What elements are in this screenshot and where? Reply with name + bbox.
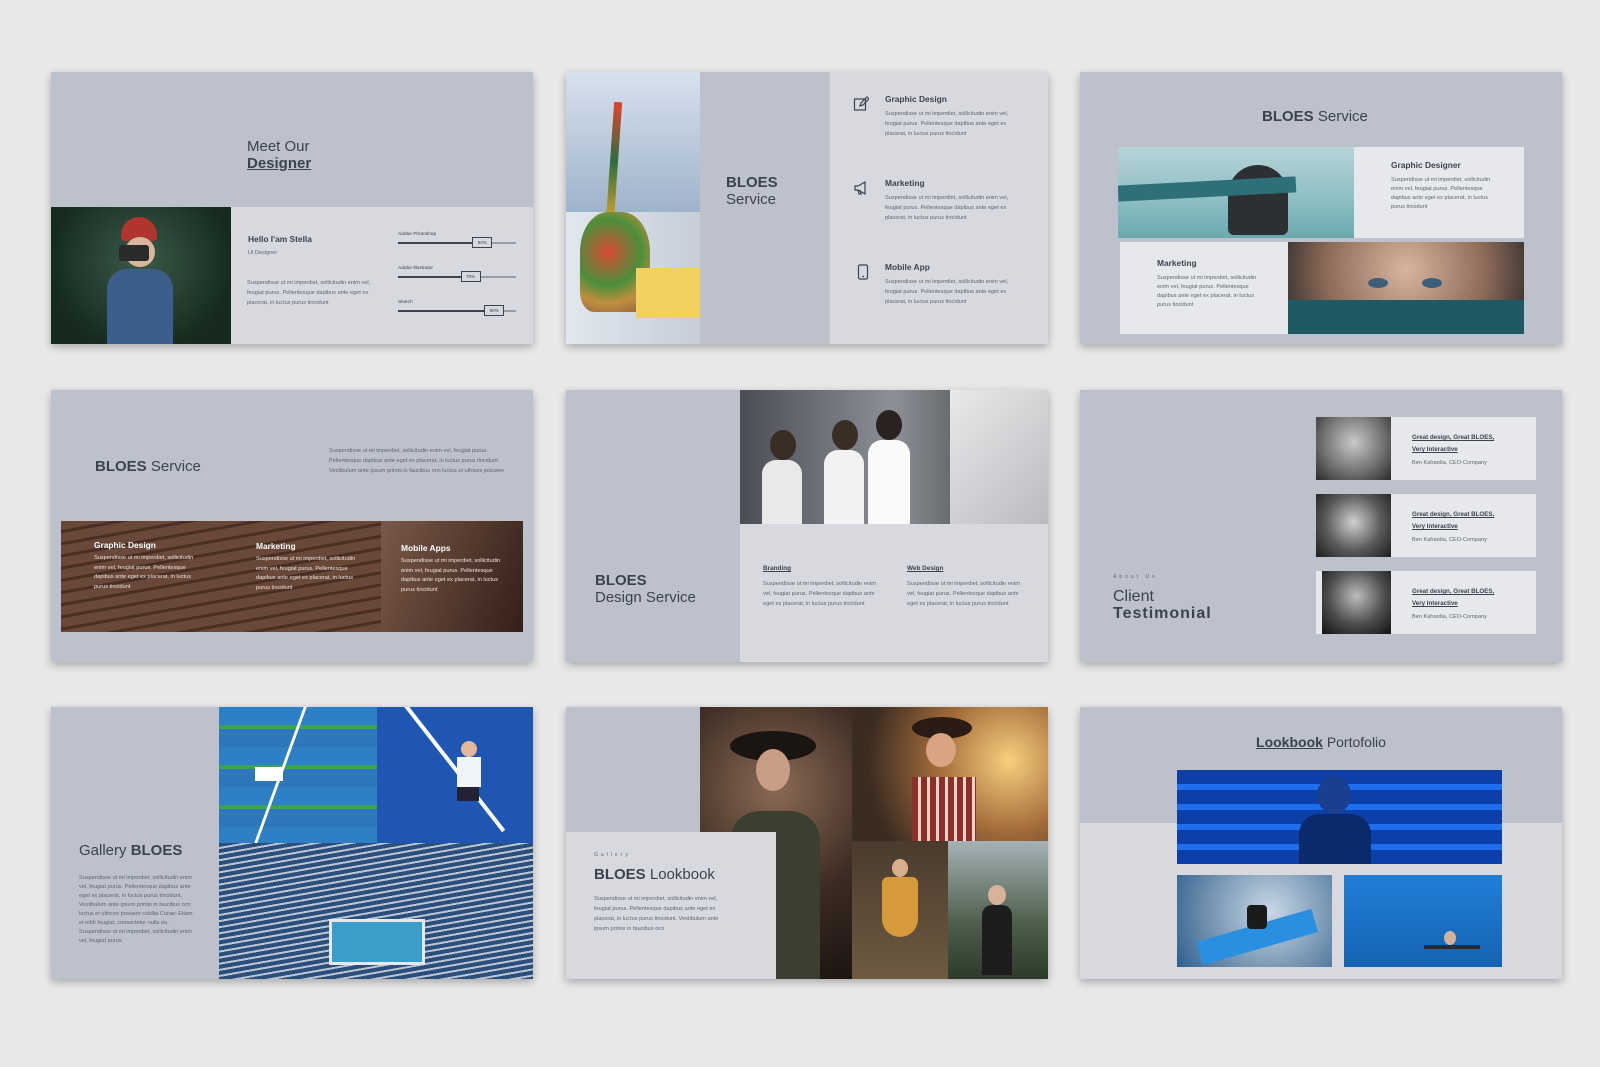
face-eyes-photo bbox=[1288, 242, 1524, 334]
skill-value: 70% bbox=[460, 271, 481, 282]
service-desc: Suspendisse ut mi imperdiet, sollicitudi… bbox=[256, 556, 356, 591]
service-title: Graphic Design bbox=[94, 540, 156, 550]
service-title: Branding bbox=[763, 565, 792, 572]
skill-label: Sketch bbox=[398, 300, 413, 305]
slide-client-testimonial[interactable]: About Us Client Testimonial Great design… bbox=[1080, 390, 1562, 662]
skill-bars: Adobe Photoshop 80% Adobe Illustrator 70… bbox=[398, 232, 516, 327]
slide-title: Lookbook Portofolio bbox=[1256, 734, 1386, 750]
testimonial-quote: Very Interactive bbox=[1412, 523, 1458, 530]
slide-kicker: Gallery bbox=[594, 852, 631, 858]
slide-gallery[interactable]: Gallery BLOES Suspendisse ut mi imperdie… bbox=[51, 707, 533, 979]
slide-title-line2: Service bbox=[726, 191, 777, 208]
slide-desc: Suspendisse ut mi imperdiet, sollicitudi… bbox=[329, 448, 505, 474]
testimonial-author: Ben Kahardia, CEO-Company bbox=[1412, 537, 1487, 543]
slide-title-line1: Meet Our bbox=[247, 138, 310, 155]
slide-title-line2: Testimonial bbox=[1113, 605, 1212, 622]
man-blue-light-photo bbox=[1177, 770, 1502, 864]
woman-hat-sunset-photo bbox=[852, 707, 1048, 841]
slide-title-line1: BLOES bbox=[595, 572, 647, 589]
blue-room-desk-photo bbox=[1344, 875, 1502, 967]
slide-desc: Suspendisse ut mi imperdiet, sollicitudi… bbox=[594, 896, 719, 932]
slide-meet-designer[interactable]: Meet Our Designer Hello I'am Stella Ui D… bbox=[51, 72, 533, 344]
service-desc: Suspendisse ut mi imperdiet, sollicitudi… bbox=[885, 279, 1009, 305]
slide-design-service[interactable]: BLOES Design Service Branding Suspendiss… bbox=[566, 390, 1048, 662]
service-title: Marketing bbox=[885, 178, 925, 188]
service-desc: Suspendisse ut mi imperdiet, sollicitudi… bbox=[907, 581, 1020, 607]
service-box-title: Marketing bbox=[1157, 258, 1197, 268]
service-title: Mobile Apps bbox=[401, 543, 451, 553]
blindfold-photo bbox=[1118, 147, 1354, 238]
service-box-title: Graphic Designer bbox=[1391, 160, 1461, 170]
client-avatar bbox=[1316, 494, 1391, 557]
testimonial-quote: Great design, Great BLOES, bbox=[1412, 588, 1495, 595]
service-box-desc: Suspendisse ut mi imperdiet, sollicitudi… bbox=[1157, 275, 1257, 308]
slide-kicker: About Us bbox=[1113, 574, 1158, 580]
slide-title-line2: Designer bbox=[247, 155, 312, 172]
testimonial-quote: Very Interactive bbox=[1412, 446, 1458, 453]
skill-label: Adobe Illustrator bbox=[398, 266, 433, 271]
woman-yellow-dress-photo bbox=[852, 841, 948, 979]
team-photo bbox=[740, 390, 1048, 524]
slide-title: BLOES Service bbox=[95, 458, 201, 475]
slide-title: BLOES Service bbox=[1262, 108, 1368, 125]
slide-title-line2: Design Service bbox=[595, 589, 696, 606]
skill-bar-fill bbox=[398, 310, 485, 312]
client-avatar bbox=[1316, 417, 1391, 480]
service-desc: Suspendisse ut mi imperdiet, sollicitudi… bbox=[94, 555, 194, 590]
slide-lookbook[interactable]: Gallery BLOES Lookbook Suspendisse ut mi… bbox=[566, 707, 1048, 979]
slide-desc: Suspendisse ut mi imperdiet, sollicitudi… bbox=[79, 875, 193, 944]
testimonial-author: Ben Kahardia, CEO-Company bbox=[1412, 460, 1487, 466]
service-title: Graphic Design bbox=[885, 94, 947, 104]
service-desc: Suspendisse ut mi imperdiet, sollicitudi… bbox=[885, 195, 1009, 221]
service-desc: Suspendisse ut mi imperdiet, sollicitudi… bbox=[763, 581, 876, 607]
skill-bar-fill bbox=[398, 242, 473, 244]
service-title: Web Design bbox=[907, 565, 944, 572]
service-title: Mobile App bbox=[885, 262, 930, 272]
slide-title-line1: Client bbox=[1113, 588, 1154, 605]
designer-role: Ui Designer bbox=[248, 250, 278, 256]
smartwatch-photo bbox=[1177, 875, 1332, 967]
testimonial-quote: Very Interactive bbox=[1412, 600, 1458, 607]
testimonial-author: Ben Kahardia, CEO-Company bbox=[1412, 614, 1487, 620]
skill-label: Adobe Photoshop bbox=[398, 232, 437, 237]
slide-portfolio[interactable]: Lookbook Portofolio bbox=[1080, 707, 1562, 979]
service-title: Marketing bbox=[256, 541, 296, 551]
megaphone-icon bbox=[854, 180, 866, 196]
testimonial-quote: Great design, Great BLOES, bbox=[1412, 511, 1495, 518]
service-box-desc: Suspendisse ut mi imperdiet, sollicitudi… bbox=[1391, 177, 1491, 210]
skill-value: 90% bbox=[484, 305, 505, 316]
slide-bloes-service-icons[interactable]: BLOES Service Graphic Design Suspendisse… bbox=[566, 72, 1048, 344]
designer-desc: Suspendisse ut mi imperdiet, sollicitudi… bbox=[247, 280, 371, 306]
tennis-player-photo bbox=[377, 707, 533, 843]
client-avatar bbox=[1322, 571, 1391, 634]
slide-bloes-service-boxes[interactable]: BLOES Service Graphic Designer Suspendis… bbox=[1080, 72, 1562, 344]
slide-title: BLOES Lookbook bbox=[594, 866, 715, 883]
stadium-photo bbox=[219, 843, 533, 979]
service-desc: Suspendisse ut mi imperdiet, sollicitudi… bbox=[885, 111, 1009, 137]
pencil-icon bbox=[853, 96, 869, 111]
woman-greenhouse-photo bbox=[948, 841, 1048, 979]
tennis-court-photo bbox=[219, 707, 377, 843]
skill-value: 80% bbox=[472, 237, 493, 248]
slide-title: Gallery BLOES bbox=[79, 842, 183, 859]
slide-bloes-service-stairs[interactable]: BLOES Service Suspendisse ut mi imperdie… bbox=[51, 390, 533, 662]
slide-title-line1: BLOES bbox=[726, 174, 778, 191]
photographer-photo bbox=[51, 207, 231, 344]
testimonial-quote: Great design, Great BLOES, bbox=[1412, 434, 1495, 441]
smartphone-icon bbox=[857, 264, 869, 280]
designer-name: Hello I'am Stella bbox=[248, 234, 312, 244]
paint-brush-photo bbox=[566, 72, 700, 344]
skill-bar-fill bbox=[398, 276, 461, 278]
service-desc: Suspendisse ut mi imperdiet, sollicitudi… bbox=[401, 558, 501, 593]
